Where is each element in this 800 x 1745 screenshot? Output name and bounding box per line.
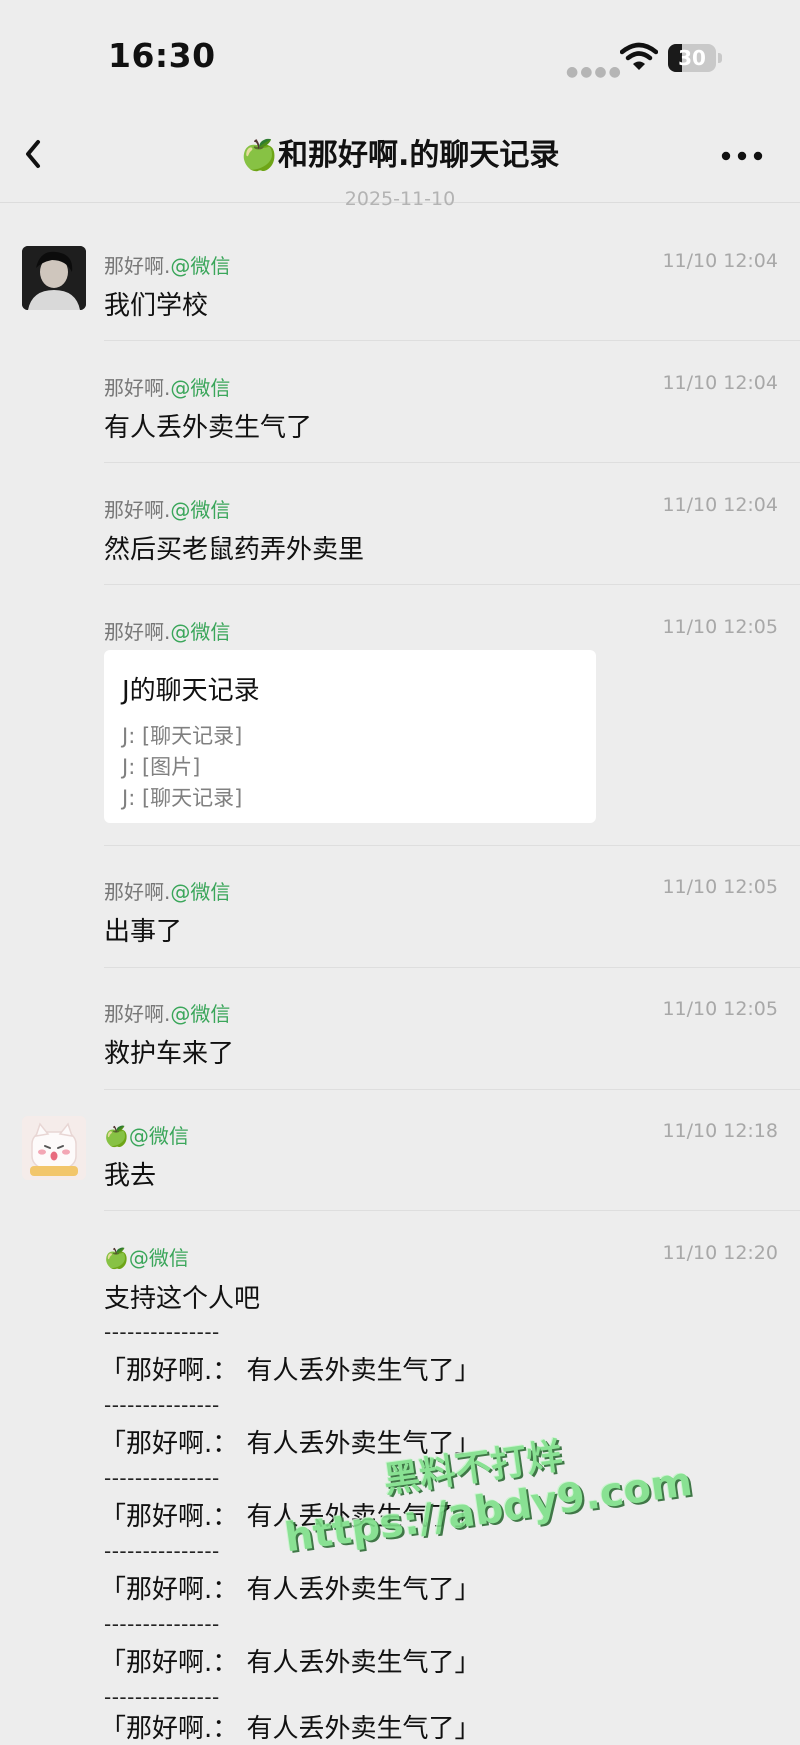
- quote-line: 「那好啊.： 有人丢外卖生气了」: [100, 1575, 481, 1605]
- person-photo-icon: [22, 246, 86, 310]
- more-options-button[interactable]: [716, 132, 768, 180]
- quote-line: 「那好啊.： 有人丢外卖生气了」: [100, 1714, 481, 1744]
- message-text[interactable]: 我去: [104, 1155, 156, 1192]
- sender-platform: @微信: [170, 1002, 231, 1026]
- wifi-icon: [620, 42, 658, 70]
- chat-record-line: J: [聊天记录]: [122, 724, 243, 748]
- message-sender: 那好啊.@微信: [104, 494, 230, 523]
- message-divider: [104, 1089, 800, 1090]
- message-sender: 那好啊.@微信: [104, 616, 230, 645]
- message-sender: 🍏@微信: [104, 1242, 189, 1271]
- avatar-sender-b[interactable]: [22, 1116, 86, 1180]
- message-text[interactable]: 出事了: [104, 911, 182, 948]
- battery-level-text: 30: [678, 46, 706, 70]
- message-time: 11/10 12:04: [662, 372, 778, 394]
- quote-separator: ---------------: [104, 1685, 220, 1709]
- quote-separator: ---------------: [104, 1612, 220, 1636]
- message-time: 11/10 12:05: [662, 876, 778, 898]
- quote-line: 「那好啊.： 有人丢外卖生气了」: [100, 1648, 481, 1678]
- date-separator: 2025-11-10: [344, 188, 456, 210]
- sender-name: 🍏: [104, 1124, 129, 1148]
- sender-platform: @微信: [128, 1124, 189, 1148]
- chat-record-title: J的聊天记录: [122, 676, 260, 706]
- sender-platform: @微信: [170, 498, 231, 522]
- status-time: 16:30: [108, 36, 216, 75]
- message-time: 11/10 12:04: [662, 494, 778, 516]
- message-text[interactable]: 有人丢外卖生气了: [104, 407, 312, 444]
- message-text[interactable]: 救护车来了: [104, 1033, 234, 1070]
- message-divider: [104, 340, 800, 341]
- sender-name: 那好啊.: [104, 1002, 171, 1026]
- quote-separator: ---------------: [104, 1466, 220, 1490]
- message-time: 11/10 12:18: [662, 1120, 778, 1142]
- message-divider: [104, 462, 800, 463]
- sender-name: 那好啊.: [104, 620, 171, 644]
- message-divider: [104, 584, 800, 585]
- message-divider: [104, 845, 800, 846]
- sender-name: 🍏: [104, 1246, 129, 1270]
- message-time: 11/10 12:05: [662, 616, 778, 638]
- back-button[interactable]: [14, 126, 70, 182]
- message-divider: [104, 1210, 800, 1211]
- message-time: 11/10 12:20: [662, 1242, 778, 1264]
- message-divider: [104, 967, 800, 968]
- chat-record-line: J: [图片]: [122, 755, 201, 779]
- chat-record-line: J: [聊天记录]: [122, 786, 243, 810]
- message-sender: 那好啊.@微信: [104, 876, 230, 905]
- avatar-sender-a[interactable]: [22, 246, 86, 310]
- sender-name: 那好啊.: [104, 880, 171, 904]
- sender-name: 那好啊.: [104, 498, 171, 522]
- message-time: 11/10 12:04: [662, 250, 778, 272]
- status-bar: 16:30 ●●●● 30: [0, 0, 800, 110]
- sender-name: 那好啊.: [104, 376, 171, 400]
- quote-separator: ---------------: [104, 1320, 220, 1344]
- sender-platform: @微信: [170, 376, 231, 400]
- message-text[interactable]: 我们学校: [104, 285, 208, 322]
- sender-platform: @微信: [128, 1246, 189, 1270]
- sender-name: 那好啊.: [104, 254, 171, 278]
- chat-record-card[interactable]: J的聊天记录 J: [聊天记录] J: [图片] J: [聊天记录]: [104, 650, 596, 823]
- cartoon-cat-icon: [22, 1116, 86, 1180]
- page-title: 🍏和那好啊.的聊天记录: [240, 138, 560, 173]
- message-sender: 🍏@微信: [104, 1120, 189, 1149]
- cellular-signal-icon: ●●●●: [566, 64, 623, 80]
- battery-icon: 30: [668, 44, 722, 72]
- message-time: 11/10 12:05: [662, 998, 778, 1020]
- sender-platform: @微信: [170, 620, 231, 644]
- quote-separator: ---------------: [104, 1539, 220, 1563]
- message-text[interactable]: 支持这个人吧: [104, 1278, 260, 1315]
- message-sender: 那好啊.@微信: [104, 998, 230, 1027]
- message-sender: 那好啊.@微信: [104, 250, 230, 279]
- quote-line: 「那好啊.： 有人丢外卖生气了」: [100, 1356, 481, 1386]
- quote-separator: ---------------: [104, 1393, 220, 1417]
- sender-platform: @微信: [170, 880, 231, 904]
- message-text[interactable]: 然后买老鼠药弄外卖里: [104, 529, 364, 566]
- message-sender: 那好啊.@微信: [104, 372, 230, 401]
- sender-platform: @微信: [170, 254, 231, 278]
